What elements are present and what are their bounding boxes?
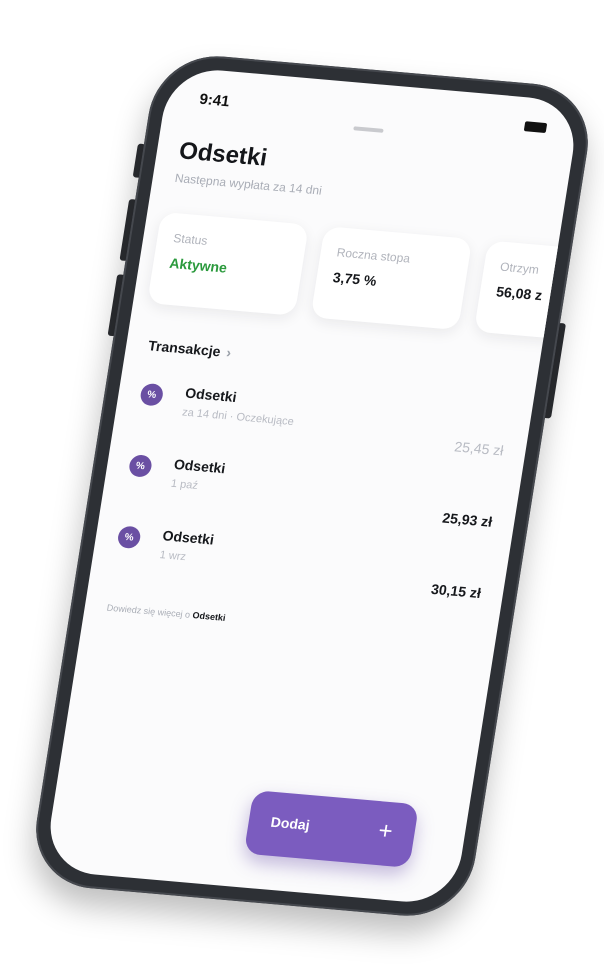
app-screen: 9:41 Odsetki Następna wypłata za 14 dni … [43, 66, 581, 906]
transaction-subtitle: 1 paź [170, 477, 199, 492]
summary-cards: Status Aktywne Roczna stopa 3,75 % Otrzy… [146, 211, 581, 347]
transactions-heading: Transakcje [147, 337, 222, 360]
transaction-amount: 25,93 zł [441, 509, 494, 530]
transaction-title: Odsetki [184, 384, 238, 406]
chevron-right-icon: › [225, 344, 233, 361]
page-title: Odsetki [177, 137, 270, 172]
page-subtitle: Następna wypłata za 14 dni [173, 170, 323, 198]
add-button[interactable]: Dodaj + [243, 790, 420, 868]
card-label: Roczna stopa [335, 245, 412, 266]
card-value: 56,08 z [495, 283, 544, 304]
device-scene: 9:41 Odsetki Następna wypłata za 14 dni … [0, 0, 604, 964]
sheet-grabber[interactable] [353, 126, 384, 133]
learn-more: Dowiedz się więcej o Odsetki [106, 603, 226, 623]
transaction-amount: 30,15 zł [429, 580, 483, 602]
learn-more-prefix: Dowiedz się więcej o [106, 602, 194, 621]
percent-icon: % [139, 382, 165, 407]
status-card: Status Aktywne [147, 211, 309, 316]
annual-rate-card: Roczna stopa 3,75 % [310, 226, 473, 331]
plus-icon: + [376, 817, 395, 846]
transactions-link[interactable]: Transakcje › [147, 337, 232, 360]
status-time: 9:41 [198, 90, 231, 111]
learn-more-link[interactable]: Odsetki [192, 610, 226, 623]
phone-device: 9:41 Odsetki Następna wypłata za 14 dni … [26, 50, 598, 922]
card-label: Status [172, 231, 209, 248]
transaction-title: Odsetki [161, 527, 216, 548]
add-button-label: Dodaj [269, 813, 311, 834]
transaction-subtitle: za 14 dni · Oczekujące [181, 406, 295, 429]
transaction-subtitle: 1 wrz [158, 549, 187, 564]
percent-icon: % [116, 525, 142, 550]
percent-icon: % [127, 454, 154, 478]
transaction-title: Odsetki [172, 455, 227, 477]
card-label: Otrzym [499, 259, 540, 277]
battery-icon [523, 121, 548, 134]
transaction-amount: 25,45 zł [453, 438, 505, 459]
phone-frame: 9:41 Odsetki Następna wypłata za 14 dni … [26, 50, 598, 922]
card-value: Aktywne [168, 254, 229, 276]
card-value: 3,75 % [331, 269, 378, 289]
